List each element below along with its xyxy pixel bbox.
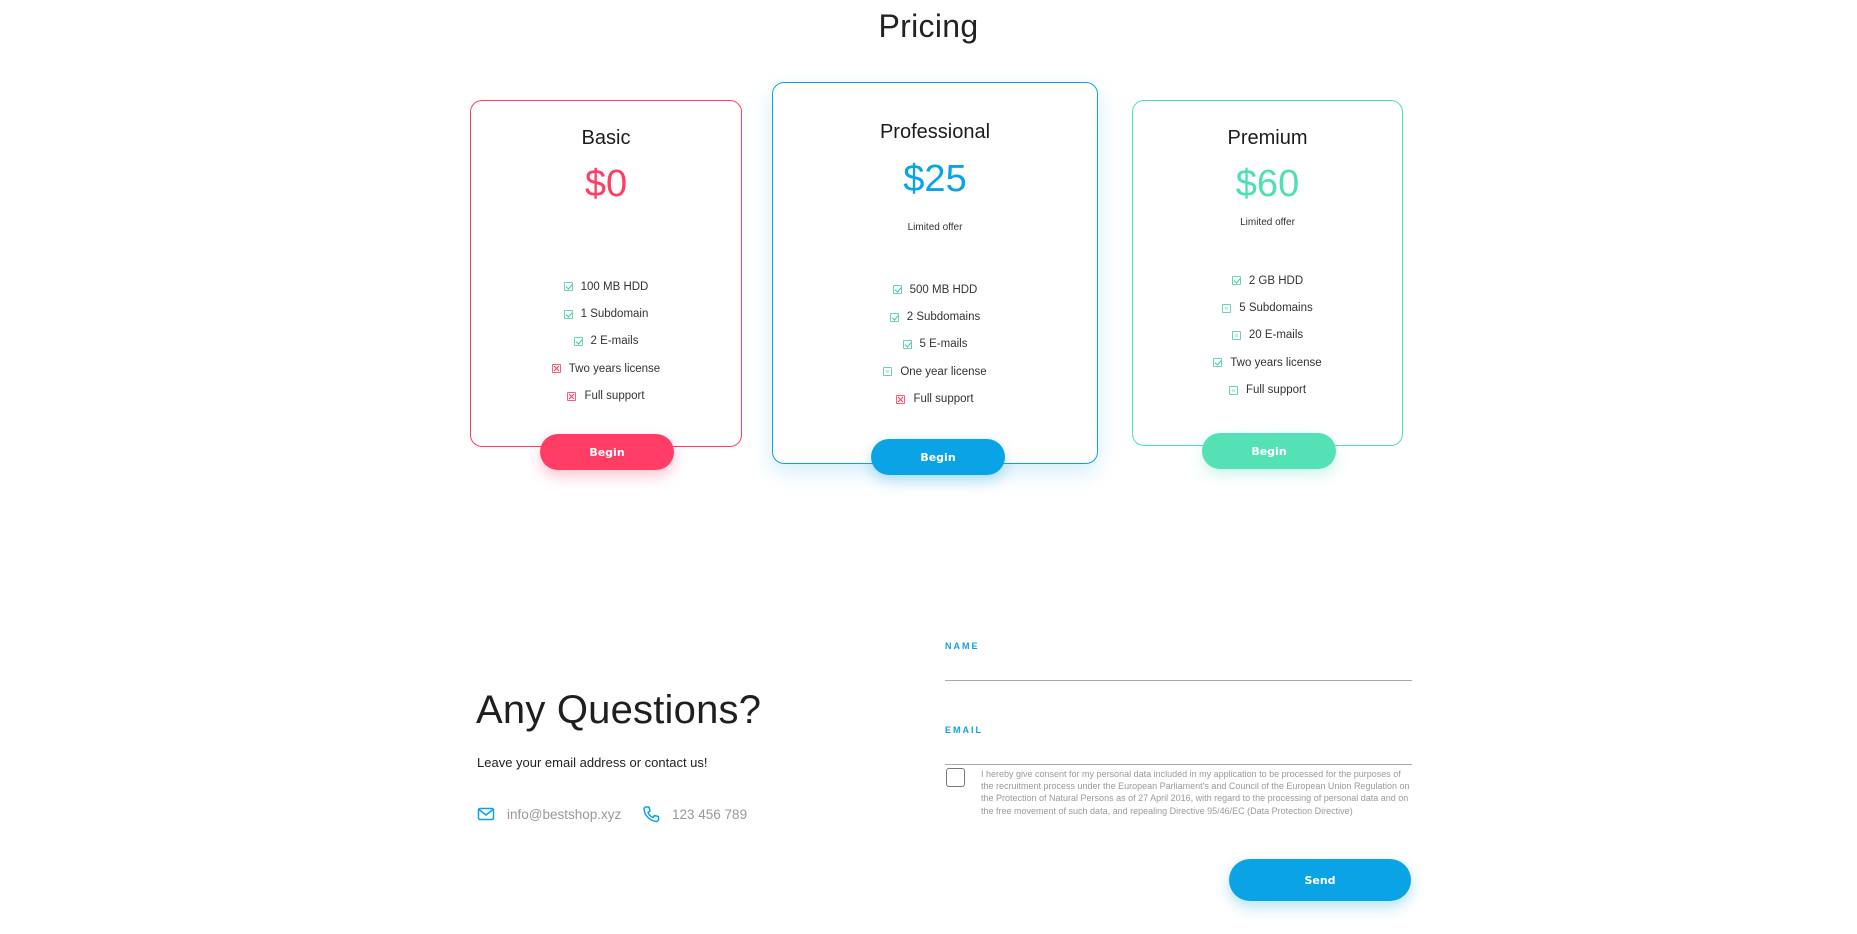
phone-text: 123 456 789 <box>672 806 748 822</box>
feature-label: 5 Subdomains <box>1239 302 1313 315</box>
name-input[interactable] <box>945 651 1412 681</box>
begin-button-professional[interactable]: Begin <box>871 439 1005 475</box>
plan-name: Premium <box>1227 127 1308 149</box>
square-icon <box>1228 385 1238 395</box>
feature-label: 100 MB HDD <box>580 280 649 293</box>
send-button[interactable]: Send <box>1229 859 1411 901</box>
pricing-title: Pricing <box>878 8 979 44</box>
feature-item: 100 MB HDD <box>471 273 741 300</box>
feature-label: 500 MB HDD <box>909 283 978 296</box>
check-icon <box>573 336 583 346</box>
plan-note: Limited offer <box>1240 217 1295 228</box>
email-label: EMAIL <box>945 725 983 735</box>
feature-label: Two years license <box>1230 356 1322 369</box>
check-icon <box>889 312 899 322</box>
feature-item: Full support <box>471 383 741 410</box>
feature-item: 20 E-mails <box>1133 322 1402 349</box>
contact-email[interactable]: info@bestshop.xyz <box>477 805 621 823</box>
feature-list: 2 GB HDD 5 Subdomains 20 E-mails Two yea… <box>1133 267 1402 404</box>
feature-item: 2 E-mails <box>471 328 741 355</box>
check-icon <box>1213 358 1223 368</box>
check-icon <box>1231 276 1241 286</box>
feature-list: 500 MB HDD 2 Subdomains 5 E-mails One ye… <box>773 276 1097 413</box>
questions-subtitle: Leave your email address or contact us! <box>477 755 708 770</box>
feature-item: Full support <box>1133 377 1402 404</box>
feature-label: Full support <box>913 393 974 406</box>
feature-item: Two years license <box>471 355 741 382</box>
consent-checkbox[interactable] <box>946 768 965 787</box>
feature-label: 5 E-mails <box>919 338 968 351</box>
phone-icon <box>643 806 660 823</box>
feature-item: Full support <box>773 386 1097 413</box>
mail-icon <box>477 807 495 821</box>
square-icon <box>1222 303 1232 313</box>
check-icon <box>892 285 902 295</box>
plan-price: $0 <box>584 163 628 205</box>
feature-label: Full support <box>1245 384 1307 397</box>
feature-item: One year license <box>773 358 1097 385</box>
email-text: info@bestshop.xyz <box>507 806 622 822</box>
feature-item: 1 Subdomain <box>471 300 741 327</box>
plan-name: Basic <box>581 127 631 149</box>
square-icon <box>1231 330 1241 340</box>
begin-button-premium[interactable]: Begin <box>1202 433 1336 469</box>
feature-label: Full support <box>584 390 645 403</box>
plan-price: $25 <box>903 158 967 200</box>
check-icon <box>563 309 573 319</box>
contact-phone[interactable]: 123 456 789 <box>642 805 747 823</box>
cross-icon <box>896 394 906 404</box>
feature-item: 5 E-mails <box>773 331 1097 358</box>
feature-item: 2 Subdomains <box>773 303 1097 330</box>
email-input[interactable] <box>945 735 1412 765</box>
questions-title: Any Questions? <box>476 688 762 732</box>
plan-price: $60 <box>1235 163 1300 205</box>
check-icon <box>563 282 573 292</box>
plan-note: Limited offer <box>907 222 963 233</box>
pricing-card-professional: Professional $25 Limited offer 500 MB HD… <box>772 82 1098 475</box>
feature-item: 2 GB HDD <box>1133 267 1402 294</box>
consent-text: I hereby give consent for my personal da… <box>981 769 1410 816</box>
feature-item: Two years license <box>1133 349 1402 376</box>
plan-name: Professional <box>879 121 991 143</box>
feature-label: 20 E-mails <box>1248 329 1304 342</box>
name-label: NAME <box>945 641 980 651</box>
feature-label: Two years license <box>568 362 661 375</box>
cross-icon <box>551 364 561 374</box>
feature-label: 2 GB HDD <box>1248 274 1304 287</box>
feature-label: 2 Subdomains <box>906 311 981 324</box>
begin-button-basic[interactable]: Begin <box>540 434 674 470</box>
feature-item: 5 Subdomains <box>1133 294 1402 321</box>
check-icon <box>902 339 912 349</box>
feature-list: 100 MB HDD 1 Subdomain 2 E-mails Two yea… <box>471 273 741 410</box>
cross-icon <box>567 391 577 401</box>
feature-label: One year license <box>900 365 987 378</box>
feature-label: 1 Subdomain <box>580 308 649 321</box>
feature-label: 2 E-mails <box>590 335 639 348</box>
pricing-card-basic: Basic $0 100 MB HDD 1 Subdomain 2 E-mail… <box>470 100 742 470</box>
feature-item: 500 MB HDD <box>773 276 1097 303</box>
square-icon <box>883 367 893 377</box>
pricing-card-premium: Premium $60 Limited offer 2 GB HDD 5 Sub… <box>1132 100 1403 469</box>
